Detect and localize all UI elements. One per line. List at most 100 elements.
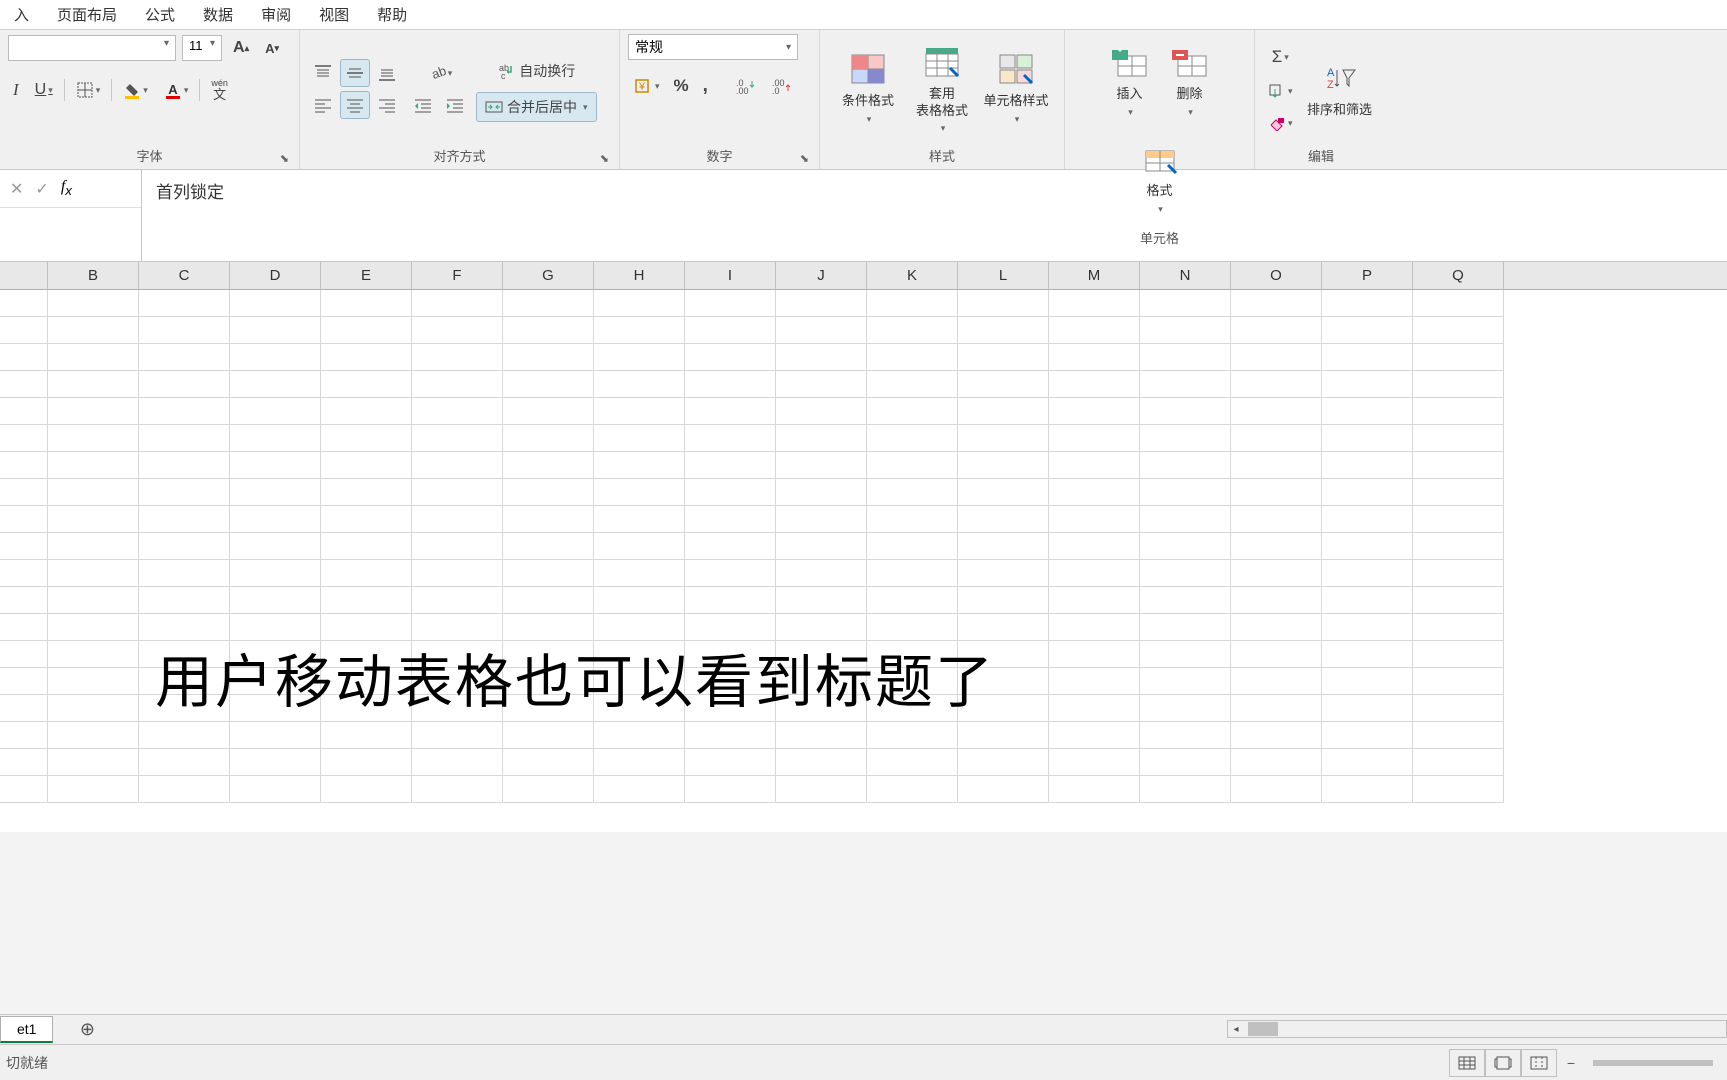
cell[interactable] (685, 533, 776, 560)
cell[interactable] (139, 722, 230, 749)
cell[interactable] (503, 560, 594, 587)
add-sheet-button[interactable]: ⊕ (73, 1016, 101, 1044)
clear-button[interactable]: ▾ (1263, 110, 1298, 136)
column-header[interactable]: M (1049, 262, 1140, 289)
cell[interactable] (1413, 776, 1504, 803)
cell[interactable] (503, 290, 594, 317)
cell[interactable] (958, 452, 1049, 479)
cell[interactable] (594, 506, 685, 533)
cell[interactable] (1322, 452, 1413, 479)
cell[interactable] (1413, 614, 1504, 641)
cell[interactable] (958, 479, 1049, 506)
cell[interactable] (321, 479, 412, 506)
cell[interactable] (1049, 506, 1140, 533)
cell[interactable] (1140, 344, 1231, 371)
cell[interactable] (1140, 722, 1231, 749)
cell[interactable] (48, 722, 139, 749)
cell[interactable] (0, 749, 48, 776)
cell[interactable] (321, 344, 412, 371)
cell[interactable] (867, 290, 958, 317)
align-top-button[interactable] (308, 59, 338, 87)
cell[interactable] (1413, 722, 1504, 749)
cell[interactable] (321, 533, 412, 560)
cell[interactable] (321, 614, 412, 641)
orientation-button[interactable]: ab▾ (408, 59, 470, 87)
cell[interactable] (321, 371, 412, 398)
cell[interactable] (867, 776, 958, 803)
cell[interactable] (1231, 668, 1322, 695)
column-header[interactable]: G (503, 262, 594, 289)
cell[interactable] (594, 668, 685, 695)
cell[interactable] (1231, 614, 1322, 641)
cell[interactable] (958, 398, 1049, 425)
underline-button[interactable]: U▾ (30, 76, 58, 104)
cell[interactable] (958, 344, 1049, 371)
cell[interactable] (412, 749, 503, 776)
cell[interactable] (0, 479, 48, 506)
cell[interactable] (321, 290, 412, 317)
cell[interactable] (139, 614, 230, 641)
cell[interactable] (685, 344, 776, 371)
cell[interactable] (1140, 425, 1231, 452)
cell[interactable] (1413, 506, 1504, 533)
cell[interactable] (776, 695, 867, 722)
cell[interactable] (230, 641, 321, 668)
cell[interactable] (1231, 776, 1322, 803)
cell[interactable] (1413, 641, 1504, 668)
cell[interactable] (1231, 425, 1322, 452)
cell[interactable] (1322, 587, 1413, 614)
cell[interactable] (48, 614, 139, 641)
cell[interactable] (1413, 398, 1504, 425)
cell[interactable] (1322, 371, 1413, 398)
sheet-tab-1[interactable]: et1 (0, 1016, 53, 1043)
cell[interactable] (1049, 371, 1140, 398)
cell[interactable] (867, 479, 958, 506)
cell[interactable] (958, 317, 1049, 344)
cell[interactable] (958, 668, 1049, 695)
cell[interactable] (867, 641, 958, 668)
cell[interactable] (1231, 587, 1322, 614)
cell[interactable] (230, 695, 321, 722)
cell[interactable] (412, 506, 503, 533)
cell[interactable] (1049, 479, 1140, 506)
spreadsheet-grid[interactable]: BCDEFGHIJKLMNOPQ (0, 262, 1727, 832)
cell[interactable] (776, 668, 867, 695)
decrease-decimal-button[interactable]: .00.0 (765, 72, 797, 100)
cell[interactable] (412, 695, 503, 722)
cell[interactable] (412, 722, 503, 749)
cell[interactable] (1322, 668, 1413, 695)
cell[interactable] (867, 722, 958, 749)
cell[interactable] (412, 776, 503, 803)
cell[interactable] (139, 695, 230, 722)
cell[interactable] (1140, 479, 1231, 506)
cell[interactable] (230, 317, 321, 344)
cell[interactable] (1322, 641, 1413, 668)
cell[interactable] (412, 290, 503, 317)
formula-input[interactable]: 首列锁定 (142, 170, 1727, 261)
cell[interactable] (48, 479, 139, 506)
zoom-slider[interactable] (1593, 1060, 1713, 1066)
cell[interactable] (776, 776, 867, 803)
cell[interactable] (958, 641, 1049, 668)
cell[interactable] (503, 614, 594, 641)
increase-font-button[interactable]: A▴ (228, 34, 254, 62)
column-header[interactable]: E (321, 262, 412, 289)
cell[interactable] (48, 533, 139, 560)
cell[interactable] (776, 533, 867, 560)
cell[interactable] (1140, 695, 1231, 722)
zoom-out-button[interactable]: − (1561, 1055, 1581, 1071)
cell[interactable] (0, 506, 48, 533)
cell[interactable] (867, 317, 958, 344)
align-bottom-button[interactable] (372, 59, 402, 87)
tab-view[interactable]: 视图 (305, 0, 363, 29)
cell[interactable] (230, 533, 321, 560)
cell[interactable] (1049, 641, 1140, 668)
cell[interactable] (0, 425, 48, 452)
cell[interactable] (594, 722, 685, 749)
font-color-button[interactable]: A▾ (159, 76, 194, 104)
cell[interactable] (321, 776, 412, 803)
cell[interactable] (503, 371, 594, 398)
cell[interactable] (594, 290, 685, 317)
cell[interactable] (230, 614, 321, 641)
cell[interactable] (776, 614, 867, 641)
